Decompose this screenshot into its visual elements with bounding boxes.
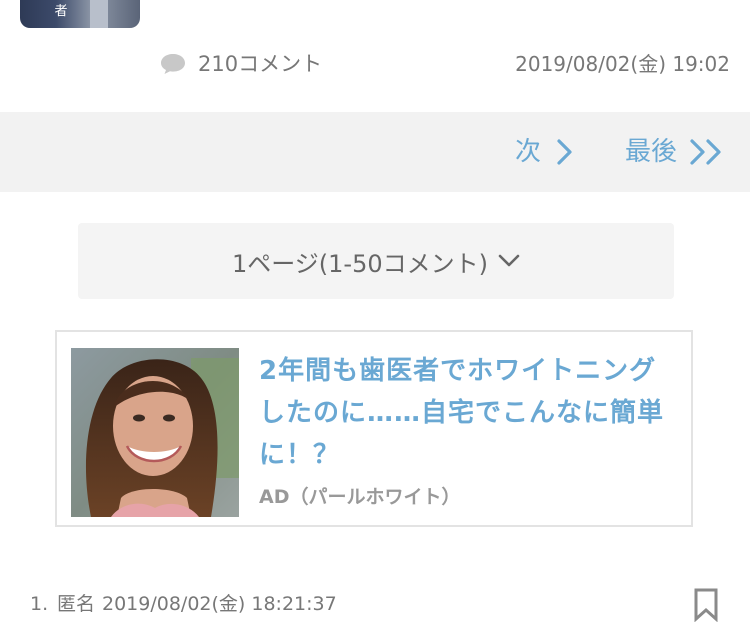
pager: 次 最後: [0, 112, 750, 192]
comment-count[interactable]: 210コメント: [198, 50, 322, 78]
last-page-link[interactable]: 最後: [625, 134, 725, 170]
comment-number[interactable]: 1.: [30, 590, 48, 618]
article-date: 2019/08/02(金) 19:02: [515, 52, 730, 76]
page: 者 210コメント 2019/08/02(金) 19:02 次 最後 1ページ(…: [0, 0, 750, 635]
thumbnail-decoration: [90, 0, 108, 28]
article-meta: 210コメント 2019/08/02(金) 19:02: [0, 48, 750, 82]
bookmark-icon[interactable]: [693, 588, 719, 622]
speech-bubble-icon: [161, 54, 185, 74]
ad-card[interactable]: 2年間も歯医者でホワイトニングしたのに……自宅でこんなに簡単に！？ AD（パール…: [55, 330, 693, 527]
article-thumbnail[interactable]: 者: [20, 0, 140, 28]
comment-author: 匿名: [57, 593, 96, 615]
comment-timestamp: 2019/08/02(金) 18:21:37: [102, 593, 337, 615]
next-page-link[interactable]: 次: [515, 134, 575, 170]
ad-photo: [71, 348, 239, 517]
thumbnail-glyph: 者: [54, 4, 68, 19]
next-page-label: 次: [515, 137, 542, 167]
ad-image[interactable]: [71, 348, 239, 517]
chevron-right-icon: [557, 139, 572, 165]
page-select-label: 1ページ(1-50コメント): [232, 249, 488, 278]
comment-header: 1. 匿名 2019/08/02(金) 18:21:37: [0, 588, 750, 624]
ad-title[interactable]: 2年間も歯医者でホワイトニングしたのに……自宅でこんなに簡単に！？: [259, 350, 679, 476]
chevron-down-icon: [498, 254, 520, 267]
ad-source-label: AD（パールホワイト）: [259, 486, 461, 508]
page-select-dropdown[interactable]: 1ページ(1-50コメント): [78, 223, 674, 299]
double-chevron-right-icon: [690, 139, 721, 165]
last-page-label: 最後: [625, 137, 678, 167]
